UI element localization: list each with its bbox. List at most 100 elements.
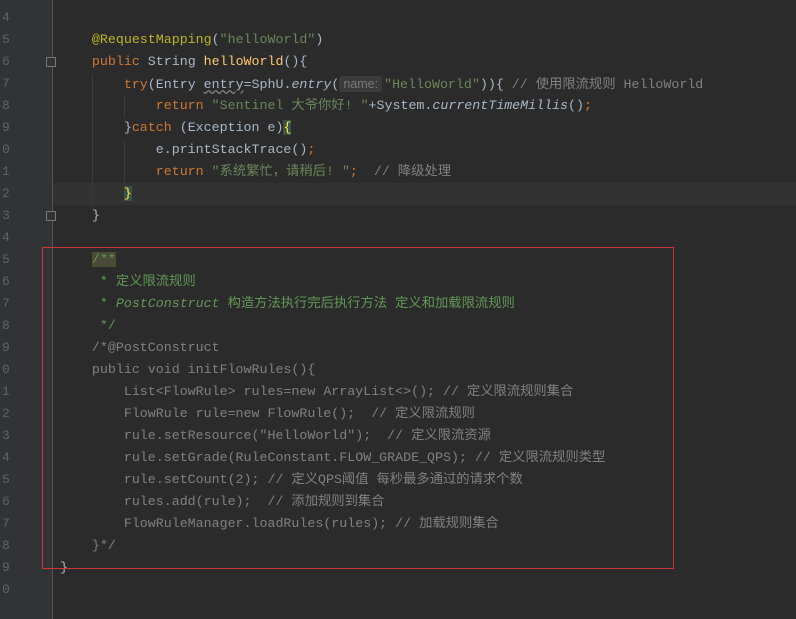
code-line[interactable]: List<FlowRule> rules=new ArrayList<>(); …	[60, 381, 796, 403]
code-token: return	[155, 98, 212, 113]
code-line[interactable]: }catch (Exception e){	[60, 117, 796, 139]
code-token: */	[60, 318, 116, 333]
code-line[interactable]: return "系统繁忙，请稍后! "; // 降级处理	[60, 161, 796, 183]
line-number: 6	[2, 274, 10, 289]
line-number: 0	[2, 362, 10, 377]
code-token: FlowRule rule=new FlowRule(); // 定义限流规则	[60, 406, 475, 421]
code-token: rule.setResource("HelloWorld"); // 定义限流资…	[60, 428, 491, 443]
code-token: *	[60, 296, 116, 311]
code-token: "HelloWorld"	[384, 77, 480, 92]
code-token: /**	[91, 252, 116, 267]
code-token: @RequestMapping	[91, 32, 212, 47]
code-token: }*/	[60, 538, 116, 553]
code-token: * 定义限流规则	[60, 274, 196, 289]
code-token: rule.setCount(2); // 定义QPS阈值 每秒最多通过的请求个数	[60, 472, 523, 487]
code-line[interactable]: }	[60, 205, 796, 227]
code-line[interactable]: rule.setCount(2); // 定义QPS阈值 每秒最多通过的请求个数	[60, 469, 796, 491]
code-line[interactable]: /**	[60, 249, 796, 271]
code-line[interactable]: rule.setGrade(RuleConstant.FLOW_GRADE_QP…	[60, 447, 796, 469]
code-token: entry	[203, 77, 244, 92]
code-line[interactable]: e.printStackTrace();	[60, 139, 796, 161]
line-number: 4	[2, 10, 10, 25]
fold-collapse-icon[interactable]	[46, 211, 56, 221]
code-token: }	[60, 560, 68, 575]
code-token: ;	[307, 142, 316, 157]
line-number: 8	[2, 318, 10, 333]
code-token: +System.	[368, 98, 433, 113]
indent-guide	[124, 96, 125, 118]
code-line[interactable]: try(Entry entry=SphU.entry(name: "HelloWo…	[60, 73, 796, 95]
code-token: List<FlowRule> rules=new ArrayList<>(); …	[60, 384, 574, 399]
parameter-hint: name:	[339, 76, 383, 92]
code-line[interactable]: * 定义限流规则	[60, 271, 796, 293]
code-token: // 降级处理	[357, 164, 451, 179]
code-line[interactable]: }	[53, 183, 796, 205]
code-token: FlowRuleManager.loadRules(rules); // 加载规…	[60, 516, 499, 531]
indent-guide	[124, 140, 125, 184]
code-line[interactable]: return "Sentinel 大爷你好! "+System.currentT…	[60, 95, 796, 117]
code-token: catch	[131, 120, 172, 135]
code-line[interactable]: }	[60, 557, 796, 579]
line-number: 7	[2, 296, 10, 311]
code-token: "helloWorld"	[219, 32, 316, 47]
fold-collapse-icon[interactable]	[46, 57, 56, 67]
code-token: String	[139, 54, 204, 69]
line-number: 9	[2, 340, 10, 355]
line-number: 5	[2, 32, 10, 47]
code-line[interactable]: * PostConstruct 构造方法执行完后执行方法 定义和加载限流规则	[60, 293, 796, 315]
code-token: }	[123, 186, 132, 201]
code-token: "系统繁忙，请稍后! "	[211, 164, 350, 179]
code-line[interactable]: @RequestMapping("helloWorld")	[60, 29, 796, 51]
code-token: =SphU.	[243, 77, 292, 92]
line-number: 3	[2, 428, 10, 443]
code-line[interactable]	[60, 227, 796, 249]
line-number: 8	[2, 538, 10, 553]
code-line[interactable]: rule.setResource("HelloWorld"); // 定义限流资…	[60, 425, 796, 447]
code-token: rules.add(rule); // 添加规则到集合	[60, 494, 385, 509]
code-line[interactable]: rules.add(rule); // 添加规则到集合	[60, 491, 796, 513]
indent-guide	[92, 74, 93, 206]
code-line[interactable]: }*/	[60, 535, 796, 557]
code-token: }	[60, 208, 100, 223]
line-number: 7	[2, 516, 10, 531]
code-token: currentTimeMillis	[432, 98, 569, 113]
code-line[interactable]	[60, 579, 796, 601]
line-number: 5	[2, 252, 10, 267]
line-number: 2	[2, 186, 10, 201]
code-token: )){	[479, 77, 512, 92]
code-token: e.printStackTrace()	[60, 142, 308, 157]
line-number: 9	[2, 560, 10, 575]
code-line[interactable]: FlowRule rule=new FlowRule(); // 定义限流规则	[60, 403, 796, 425]
code-line[interactable]: FlowRuleManager.loadRules(rules); // 加载规…	[60, 513, 796, 535]
code-line[interactable]: public String helloWorld(){	[60, 51, 796, 73]
code-line[interactable]: */	[60, 315, 796, 337]
line-number: 5	[2, 472, 10, 487]
line-number: 0	[2, 582, 10, 597]
code-token: ;	[584, 98, 592, 113]
code-token: ;	[349, 164, 358, 179]
code-line[interactable]: public void initFlowRules(){	[60, 359, 796, 381]
code-token: return	[155, 164, 212, 179]
code-token: ()	[568, 98, 585, 113]
code-line[interactable]	[60, 7, 796, 29]
line-number: 3	[2, 208, 10, 223]
code-token: (){	[283, 54, 308, 69]
line-number: 6	[2, 494, 10, 509]
line-number: 1	[2, 384, 10, 399]
line-number: 2	[2, 406, 10, 421]
code-token: "Sentinel 大爷你好! "	[211, 98, 369, 113]
code-token: (	[211, 32, 220, 47]
code-token: )	[315, 32, 324, 47]
line-number: 0	[2, 142, 10, 157]
code-line[interactable]: /*@PostConstruct	[60, 337, 796, 359]
line-number: 7	[2, 76, 10, 91]
code-token: /*@PostConstruct	[60, 340, 220, 355]
line-number: 9	[2, 120, 10, 135]
code-token: public void initFlowRules(){	[60, 362, 316, 377]
code-token: helloWorld	[203, 54, 284, 69]
